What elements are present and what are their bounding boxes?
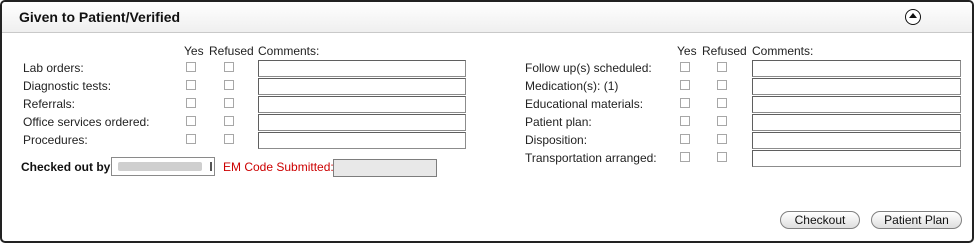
diagnostic-tests-refused-checkbox[interactable]	[224, 80, 234, 90]
lab-orders-label: Lab orders:	[23, 61, 84, 75]
medications-yes-checkbox[interactable]	[680, 80, 690, 90]
right-yes-header: Yes	[677, 44, 697, 58]
referrals-label: Referrals:	[23, 97, 76, 111]
medications-label: Medication(s): (1)	[525, 79, 619, 93]
medications-comments-input[interactable]	[752, 78, 961, 95]
patient-plan-yes-checkbox[interactable]	[680, 116, 690, 126]
educational-materials-yes-checkbox[interactable]	[680, 98, 690, 108]
chevron-up-circle-icon[interactable]	[905, 9, 921, 25]
transportation-arranged-refused-checkbox[interactable]	[717, 152, 727, 162]
transportation-arranged-yes-checkbox[interactable]	[680, 152, 690, 162]
office-services-ordered-label: Office services ordered:	[23, 115, 150, 129]
diagnostic-tests-yes-checkbox[interactable]	[186, 80, 196, 90]
follow-ups-scheduled-yes-checkbox[interactable]	[680, 62, 690, 72]
transportation-arranged-comments-input[interactable]	[752, 150, 961, 167]
right-comments-header: Comments:	[752, 44, 814, 58]
patient-plan-label: Patient plan:	[525, 115, 592, 129]
checked-out-by-select[interactable]	[111, 157, 215, 176]
referrals-comments-input[interactable]	[258, 96, 466, 113]
checkout-button[interactable]: Checkout	[780, 211, 860, 229]
diagnostic-tests-comments-input[interactable]	[258, 78, 466, 95]
procedures-comments-input[interactable]	[258, 132, 466, 149]
left-refused-header: Refused	[209, 44, 254, 58]
educational-materials-label: Educational materials:	[525, 97, 644, 111]
left-yes-header: Yes	[184, 44, 204, 58]
select-caret-icon	[210, 162, 212, 171]
patient-plan-refused-checkbox[interactable]	[717, 116, 727, 126]
patient-plan-button[interactable]: Patient Plan	[871, 211, 962, 229]
follow-ups-scheduled-refused-checkbox[interactable]	[717, 62, 727, 72]
medications-refused-checkbox[interactable]	[717, 80, 727, 90]
follow-ups-scheduled-comments-input[interactable]	[752, 60, 961, 77]
checked-out-by-label: Checked out by:	[21, 160, 115, 174]
disposition-label: Disposition:	[525, 133, 588, 147]
em-code-label: EM Code Submitted:	[223, 160, 334, 174]
disposition-yes-checkbox[interactable]	[680, 134, 690, 144]
patient-plan-comments-input[interactable]	[752, 114, 961, 131]
educational-materials-refused-checkbox[interactable]	[717, 98, 727, 108]
office-services-ordered-yes-checkbox[interactable]	[186, 116, 196, 126]
right-refused-header: Refused	[702, 44, 747, 58]
follow-ups-scheduled-label: Follow up(s) scheduled:	[525, 61, 652, 75]
lab-orders-refused-checkbox[interactable]	[224, 62, 234, 72]
left-comments-header: Comments:	[258, 44, 320, 58]
referrals-yes-checkbox[interactable]	[186, 98, 196, 108]
disposition-comments-input[interactable]	[752, 132, 961, 149]
procedures-yes-checkbox[interactable]	[186, 134, 196, 144]
referrals-refused-checkbox[interactable]	[224, 98, 234, 108]
office-services-ordered-refused-checkbox[interactable]	[224, 116, 234, 126]
panel-title: Given to Patient/Verified	[19, 9, 181, 25]
em-code-field[interactable]	[333, 159, 437, 177]
checked-out-by-value	[118, 162, 202, 171]
transportation-arranged-label: Transportation arranged:	[525, 151, 657, 165]
disposition-refused-checkbox[interactable]	[717, 134, 727, 144]
procedures-refused-checkbox[interactable]	[224, 134, 234, 144]
panel-header: Given to Patient/Verified	[2, 2, 972, 33]
diagnostic-tests-label: Diagnostic tests:	[23, 79, 112, 93]
lab-orders-yes-checkbox[interactable]	[186, 62, 196, 72]
office-services-ordered-comments-input[interactable]	[258, 114, 466, 131]
procedures-label: Procedures:	[23, 133, 88, 147]
educational-materials-comments-input[interactable]	[752, 96, 961, 113]
given-to-patient-panel: Given to Patient/Verified Yes Refused Co…	[0, 0, 974, 243]
lab-orders-comments-input[interactable]	[258, 60, 466, 77]
